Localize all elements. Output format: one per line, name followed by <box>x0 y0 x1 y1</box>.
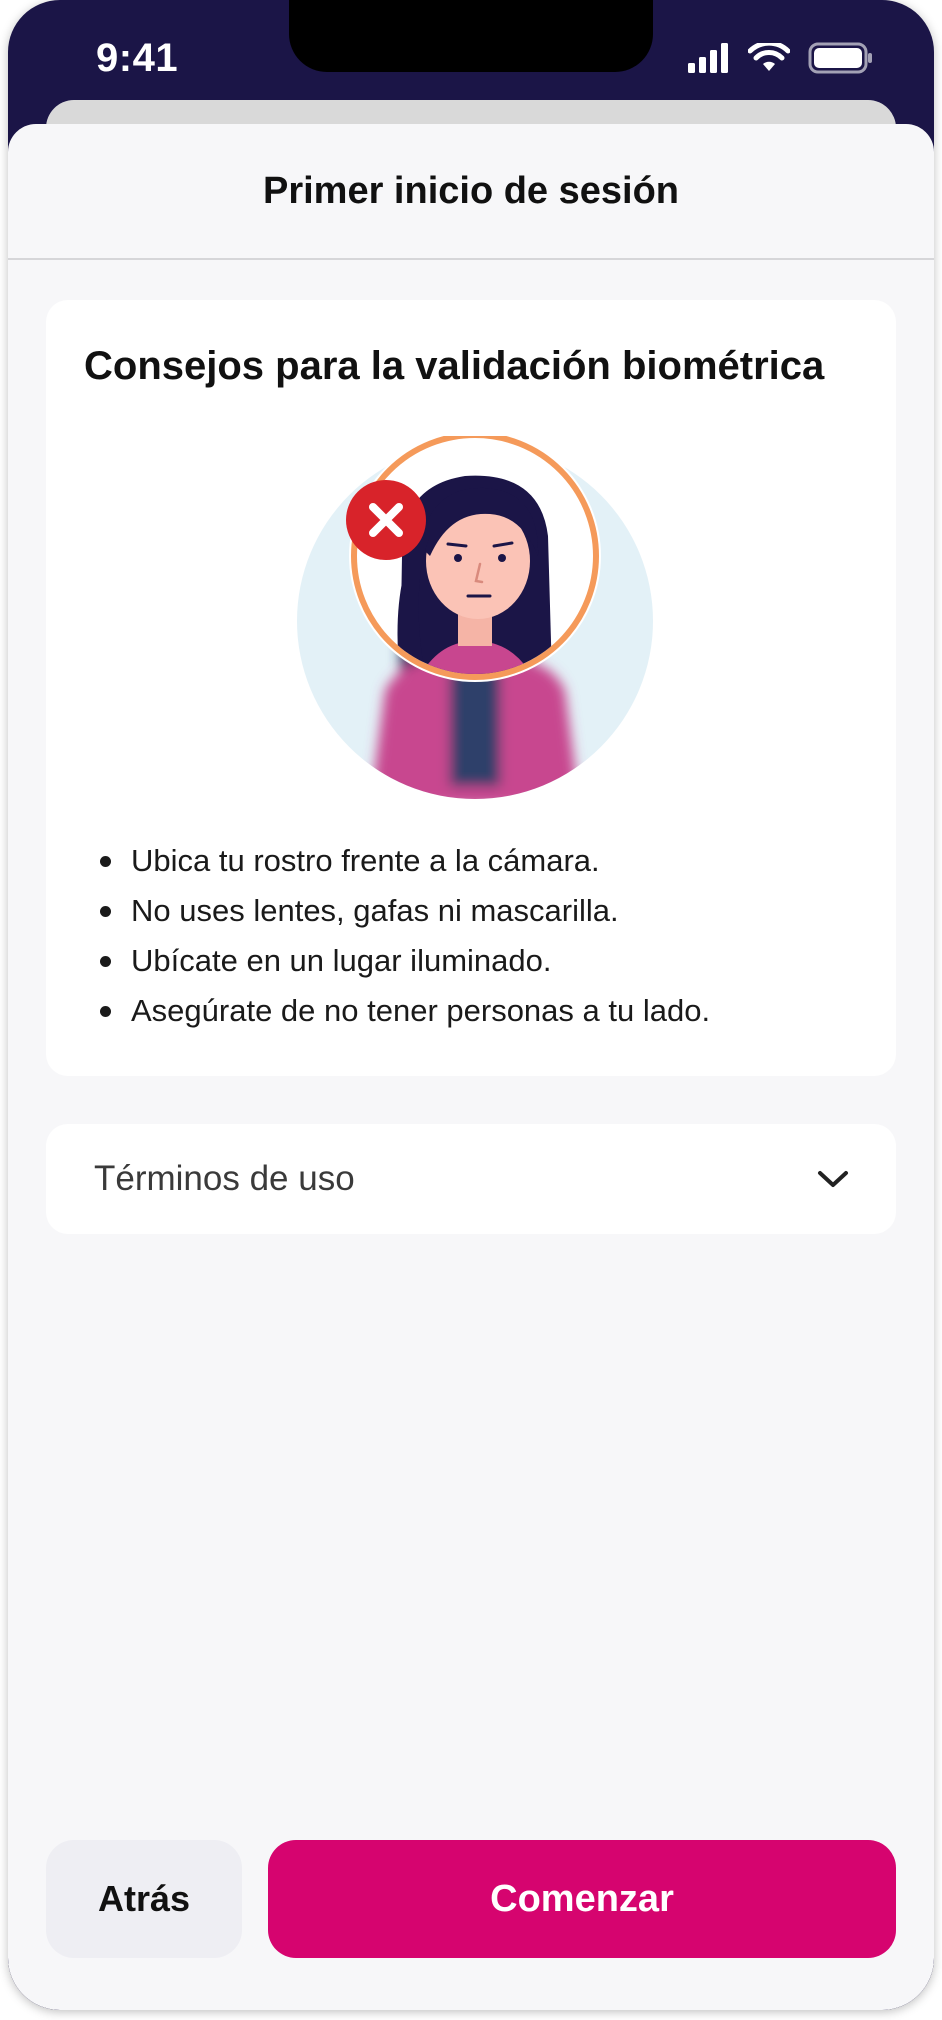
page-title: Primer inicio de sesión <box>262 169 680 212</box>
bullet-icon <box>100 855 111 867</box>
chevron-down-icon[interactable] <box>816 1168 850 1190</box>
tip-text: Asegúrate de no tener personas a tu lado… <box>131 993 711 1028</box>
start-button[interactable]: Comenzar <box>268 1840 896 1958</box>
error-icon <box>346 480 426 560</box>
login-sheet: Primer inicio de sesión Consejos para la… <box>8 124 934 2010</box>
terms-label: Términos de uso <box>94 1159 355 1198</box>
tip-text: Ubica tu rostro frente a la cámara. <box>131 843 600 878</box>
tips-list: Ubica tu rostro frente a la cámara. No u… <box>84 836 710 1036</box>
battery-icon <box>808 42 872 74</box>
tips-title: Consejos para la validación biométrica <box>84 344 825 388</box>
list-item: No uses lentes, gafas ni mascarilla. <box>84 886 710 936</box>
biometric-tips-card: Consejos para la validación biométrica U… <box>46 300 896 1076</box>
wifi-icon <box>748 43 790 71</box>
cellular-signal-icon <box>688 43 728 73</box>
status-icons <box>688 42 874 74</box>
bullet-icon <box>100 955 111 967</box>
terms-of-use-accordion[interactable]: Términos de uso <box>46 1124 896 1234</box>
tip-text: No uses lentes, gafas ni mascarilla. <box>131 893 619 928</box>
list-item: Asegúrate de no tener personas a tu lado… <box>84 986 710 1036</box>
status-time: 9:41 <box>96 36 179 80</box>
sheet-header: Primer inicio de sesión <box>8 124 934 260</box>
woman-face-error-icon <box>297 436 653 799</box>
list-item: Ubica tu rostro frente a la cámara. <box>84 836 710 886</box>
back-button[interactable]: Atrás <box>46 1840 242 1958</box>
bullet-icon <box>100 1005 111 1017</box>
phone-screen: 9:41 Primer inicio de sesión Consejos pa… <box>8 0 934 2010</box>
list-item: Ubícate en un lugar iluminado. <box>84 936 710 986</box>
tip-text: Ubícate en un lugar iluminado. <box>131 943 552 978</box>
bullet-icon <box>100 905 111 917</box>
camera-notch <box>289 0 653 72</box>
